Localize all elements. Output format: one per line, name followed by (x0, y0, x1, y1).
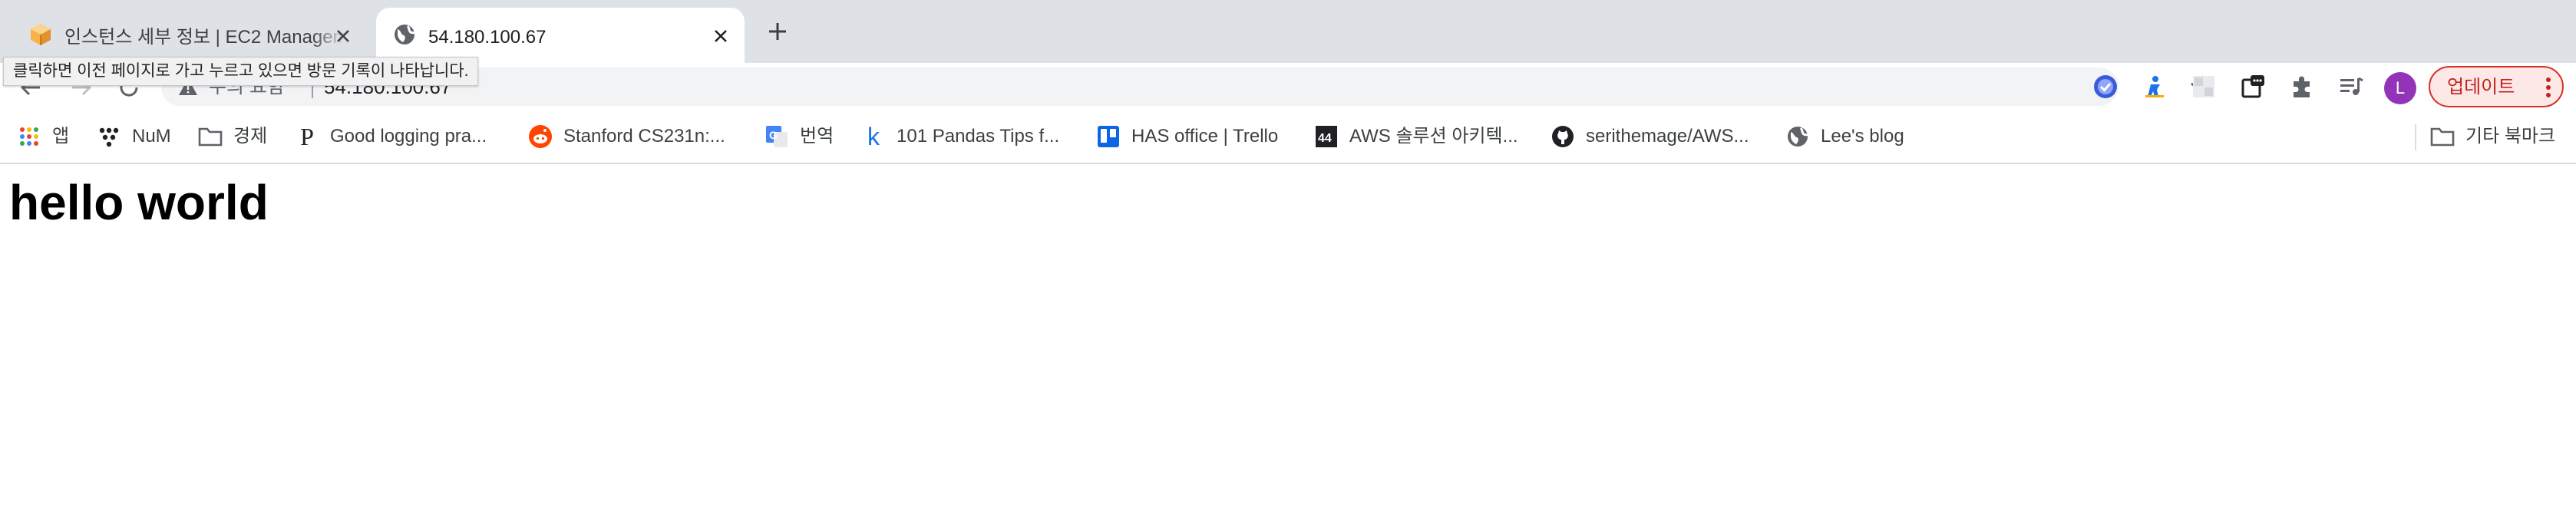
extension-grid-icon[interactable] (2191, 74, 2217, 100)
extension-chat-icon[interactable] (2240, 74, 2266, 100)
media-queue-icon[interactable] (2338, 74, 2364, 100)
bookmark-label: AWS 솔루션 아키텍... (1349, 126, 1518, 147)
update-label: 업데이트 (2447, 77, 2515, 97)
bookmark-label: 경제 (233, 126, 268, 147)
bookmark-lees-blog[interactable]: Lee's blog (1785, 123, 1904, 150)
bookmark-apps[interactable]: 앱 (17, 123, 69, 150)
close-icon[interactable] (709, 25, 732, 48)
trello-icon (1096, 124, 1121, 149)
tab-title: 54.180.100.67 (428, 27, 547, 48)
bookmark-pandas-tips[interactable]: k 101 Pandas Tips f... (861, 123, 1059, 150)
extension-figure-icon[interactable] (2142, 74, 2168, 100)
bookmark-folder-economy[interactable]: 경제 (198, 123, 267, 150)
book-44-icon: 44 (1314, 124, 1339, 149)
bookmark-other-bookmarks[interactable]: 기타 북마크 (2430, 123, 2555, 150)
bookmark-good-logging[interactable]: P Good logging pra... (295, 123, 487, 150)
extension-check-icon[interactable] (2092, 74, 2119, 100)
page-heading: hello world (9, 175, 269, 230)
bookmark-label: 101 Pandas Tips f... (897, 126, 1060, 147)
reddit-icon (528, 124, 553, 149)
tab-strip: 인스턴스 세부 정보 | EC2 Management Console 54.1… (0, 0, 2576, 63)
google-translate-icon: G (765, 124, 789, 149)
tab-active-page[interactable]: 54.180.100.67 (376, 8, 745, 63)
kebab-menu-icon (2544, 75, 2553, 100)
bookmark-label: 기타 북마크 (2465, 126, 2556, 147)
aws-cube-icon (28, 21, 54, 48)
bookmark-translate[interactable]: G 번역 (765, 123, 834, 150)
bookmark-label: Good logging pra... (330, 126, 487, 147)
bookmark-stanford-cs231n[interactable]: Stanford CS231n:... (528, 123, 725, 150)
back-button-tooltip: 클릭하면 이전 페이지로 가고 누르고 있으면 방문 기록이 나타납니다. (3, 57, 479, 86)
bookmark-label: HAS office | Trello (1131, 126, 1279, 147)
close-icon[interactable] (332, 25, 355, 48)
p-letter-icon: P (300, 122, 314, 150)
bookmark-label: NuM (132, 126, 171, 147)
bookmark-trello[interactable]: HAS office | Trello (1096, 123, 1278, 150)
bookmark-serithemage-aws[interactable]: serithemage/AWS... (1551, 123, 1749, 150)
tab-title: 인스턴스 세부 정보 | EC2 Management Console (64, 27, 345, 48)
globe-icon (391, 21, 418, 48)
bookmarks-bar: 앱 NuM 경제 P Good logging pra... Stanford … (0, 110, 2576, 164)
num-dots-icon (97, 124, 121, 149)
tab-ec2-console[interactable]: 인스턴스 세부 정보 | EC2 Management Console (12, 8, 367, 63)
folder-icon (2430, 124, 2455, 149)
extensions-puzzle-icon[interactable] (2289, 74, 2315, 100)
bookmark-aws-architect[interactable]: 44 AWS 솔루션 아키텍... (1314, 123, 1518, 150)
apps-grid-icon (17, 124, 41, 149)
github-icon (1551, 124, 1575, 149)
globe-icon (1785, 124, 1810, 149)
bookmark-label: 앱 (52, 126, 70, 147)
bookmark-label: serithemage/AWS... (1586, 126, 1749, 147)
bookmark-label: Lee's blog (1821, 126, 1904, 147)
bookmarks-divider (2415, 124, 2416, 150)
bookmark-label: Stanford CS231n:... (563, 126, 725, 147)
k-letter-icon: k (867, 122, 880, 150)
folder-icon (198, 124, 223, 149)
svg-text:G: G (769, 129, 778, 141)
profile-avatar[interactable]: L (2384, 72, 2416, 104)
update-button[interactable]: 업데이트 (2429, 66, 2564, 107)
bookmark-label: 번역 (800, 126, 834, 147)
svg-text:44: 44 (1318, 132, 1332, 145)
bookmark-num[interactable]: NuM (97, 123, 171, 150)
new-tab-plus-icon[interactable] (765, 18, 791, 44)
